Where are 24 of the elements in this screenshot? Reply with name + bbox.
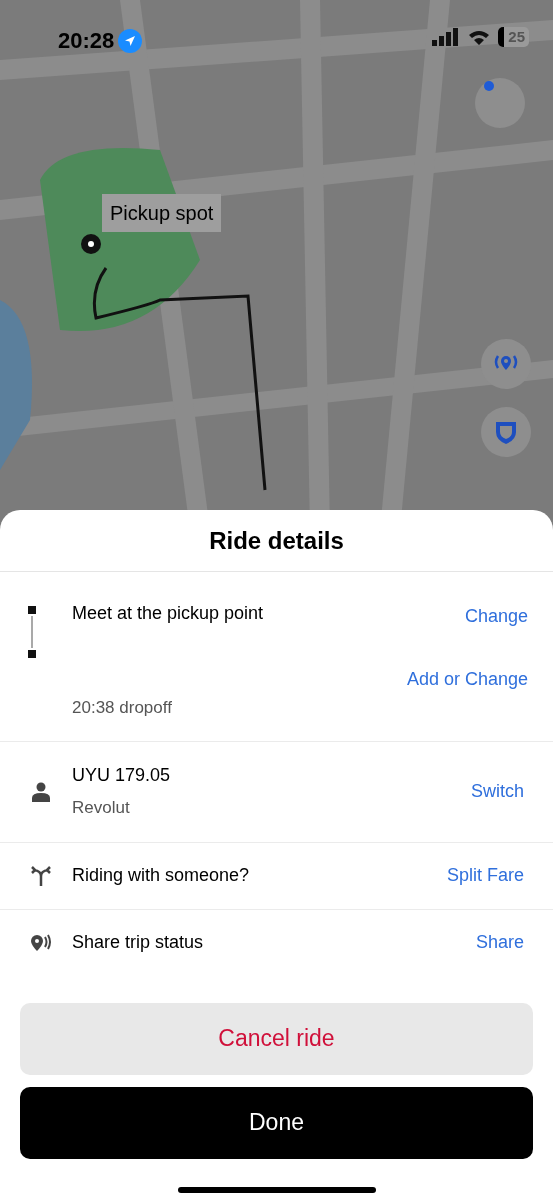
person-icon xyxy=(32,781,50,802)
share-location-icon xyxy=(30,932,52,953)
pickup-text: Meet at the pickup point xyxy=(72,602,264,625)
cancel-ride-button[interactable]: Cancel ride xyxy=(20,1002,533,1075)
battery-indicator: 25 xyxy=(498,27,529,47)
row-title: Share trip status xyxy=(72,931,205,954)
row-title: UYU 179.05 xyxy=(72,764,172,788)
change-dropoff-link[interactable]: Add or Change xyxy=(406,666,528,693)
signal-icon xyxy=(432,28,461,46)
wifi-icon xyxy=(468,29,491,45)
pickup-spot-label: Pickup spot xyxy=(102,194,222,232)
route-icon xyxy=(28,606,36,658)
done-button[interactable]: Done xyxy=(20,1086,533,1159)
row-title: Riding with someone? xyxy=(72,864,251,887)
split-arrow-icon xyxy=(31,865,51,886)
payment-method: Revolut xyxy=(72,797,131,820)
sheet-title: Ride details xyxy=(209,525,344,556)
shield-icon xyxy=(495,420,517,444)
row-action-link[interactable]: Switch xyxy=(471,778,524,805)
dropoff-time: 20:38 dropoff xyxy=(72,697,173,719)
row-action-link[interactable]: Share xyxy=(475,929,524,956)
row-action-link[interactable]: Split Fare xyxy=(446,862,524,889)
status-time: 20:28 xyxy=(58,27,115,55)
change-pickup-link[interactable]: Change xyxy=(464,603,528,630)
